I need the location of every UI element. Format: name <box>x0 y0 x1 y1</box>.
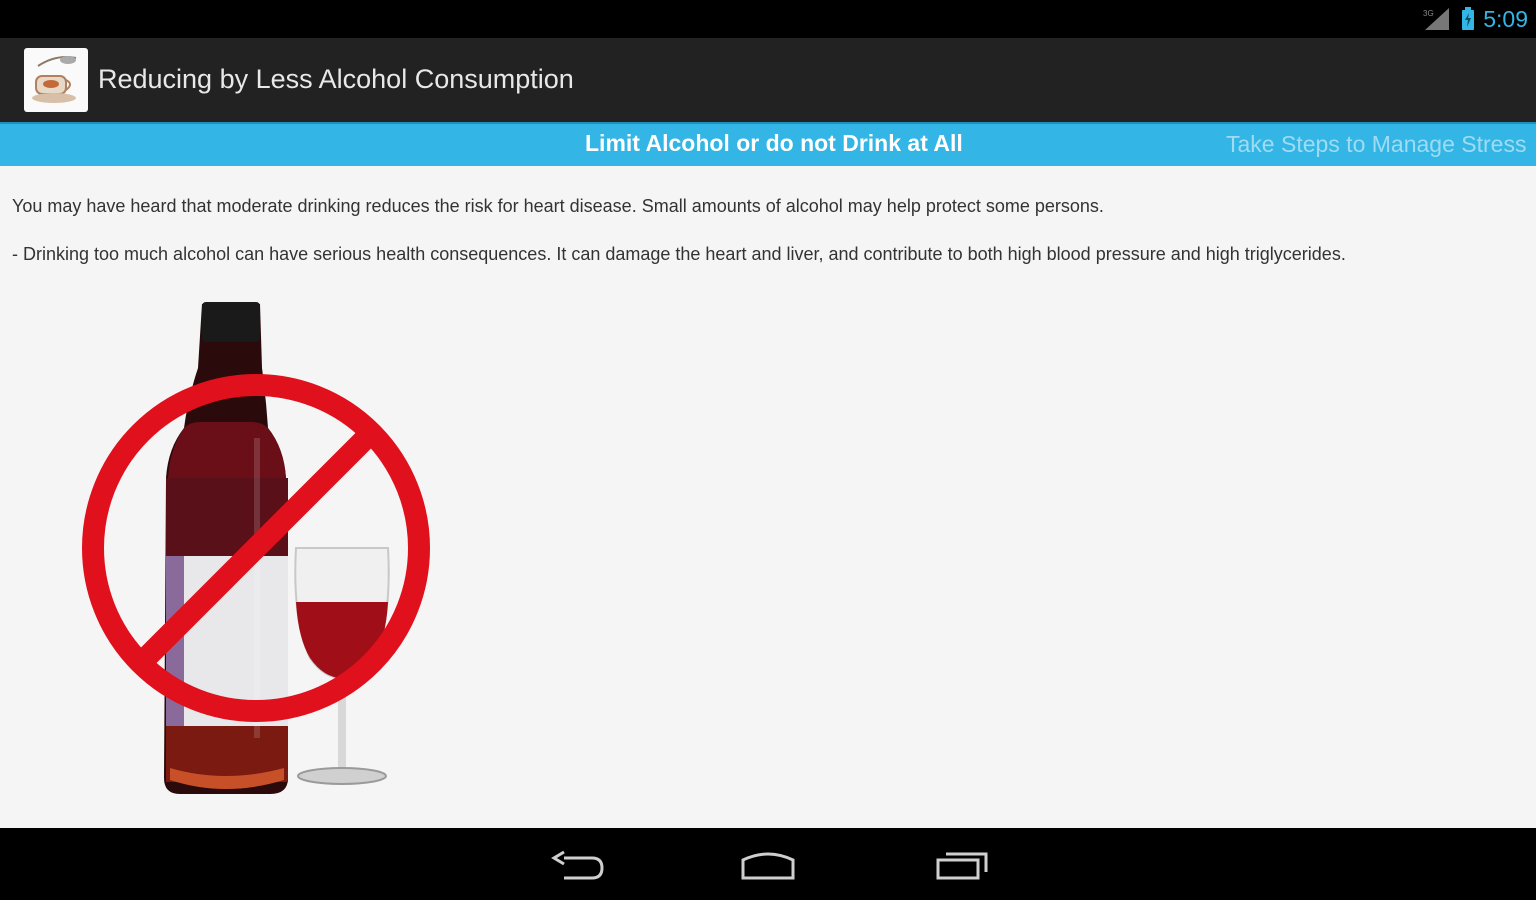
recent-apps-icon[interactable] <box>926 846 996 886</box>
clock-time: 5:09 <box>1483 5 1528 32</box>
paragraph-consequences: - Drinking too much alcohol can have ser… <box>12 244 1346 264</box>
tab-next[interactable]: Take Steps to Manage Stress <box>1226 131 1526 158</box>
content-area: You may have heard that moderate drinkin… <box>0 166 1536 828</box>
home-icon[interactable] <box>733 846 803 886</box>
paragraph-intro: You may have heard that moderate drinkin… <box>12 196 1104 216</box>
status-bar: 3G 5:09 <box>0 0 1536 38</box>
tab-current[interactable]: Limit Alcohol or do not Drink at All <box>585 130 963 157</box>
no-alcohol-image <box>70 298 450 798</box>
tab-strip: Limit Alcohol or do not Drink at All Tak… <box>0 122 1536 166</box>
page-title: Reducing by Less Alcohol Consumption <box>98 64 574 94</box>
action-bar: Reducing by Less Alcohol Consumption <box>0 38 1536 122</box>
navigation-bar <box>0 828 1536 900</box>
back-icon[interactable] <box>544 846 614 886</box>
battery-icon <box>1462 7 1475 30</box>
signal-icon: 3G <box>1423 8 1450 30</box>
svg-text:3G: 3G <box>1423 9 1434 18</box>
status-icons: 3G 5:09 <box>1423 4 1528 34</box>
coffee-cup-icon[interactable] <box>24 48 88 112</box>
